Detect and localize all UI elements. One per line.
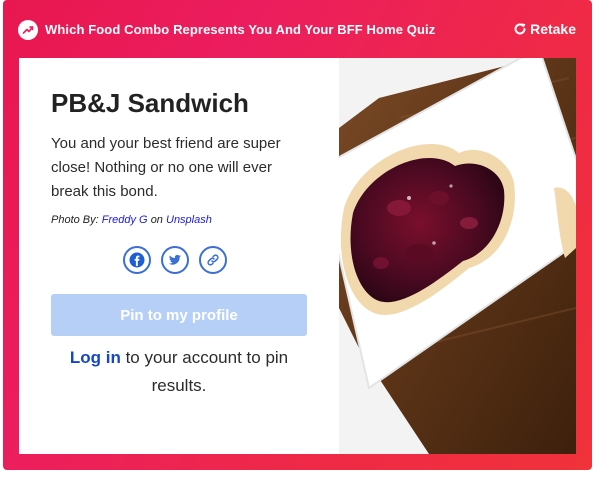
login-suffix: to your account to pin results. [125,348,289,395]
credit-prefix: Photo By: [51,214,99,226]
twitter-icon [168,254,182,265]
result-panel: PB&J Sandwich You and your best friend a… [19,58,339,454]
result-description: You and your best friend are super close… [51,135,281,200]
quiz-title: Which Food Combo Represents You And Your… [45,22,436,37]
result-image [339,58,576,454]
share-twitter-button[interactable] [161,246,189,274]
link-icon [207,254,219,266]
copy-link-button[interactable] [199,246,227,274]
credit-separator: on [150,214,163,226]
refresh-icon [514,23,526,35]
quiz-result-card: Which Food Combo Represents You And Your… [3,0,592,470]
pin-to-profile-button[interactable]: Pin to my profile [51,294,307,336]
share-buttons [123,246,227,274]
retake-label: Retake [530,21,576,37]
facebook-icon [129,252,145,268]
retake-button[interactable]: Retake [513,21,576,37]
login-link[interactable]: Log in [70,348,121,367]
result-title: PB&J Sandwich [51,88,249,118]
trending-icon [18,20,38,40]
credit-source-link[interactable]: Unsplash [166,214,212,226]
photo-credit: Photo By: Freddy G on Unsplash [51,214,212,226]
credit-author-link[interactable]: Freddy G [102,214,148,226]
quiz-header: Which Food Combo Represents You And Your… [3,0,592,58]
share-facebook-button[interactable] [123,246,151,274]
login-prompt: Log in to your account to pin results. [51,344,307,400]
